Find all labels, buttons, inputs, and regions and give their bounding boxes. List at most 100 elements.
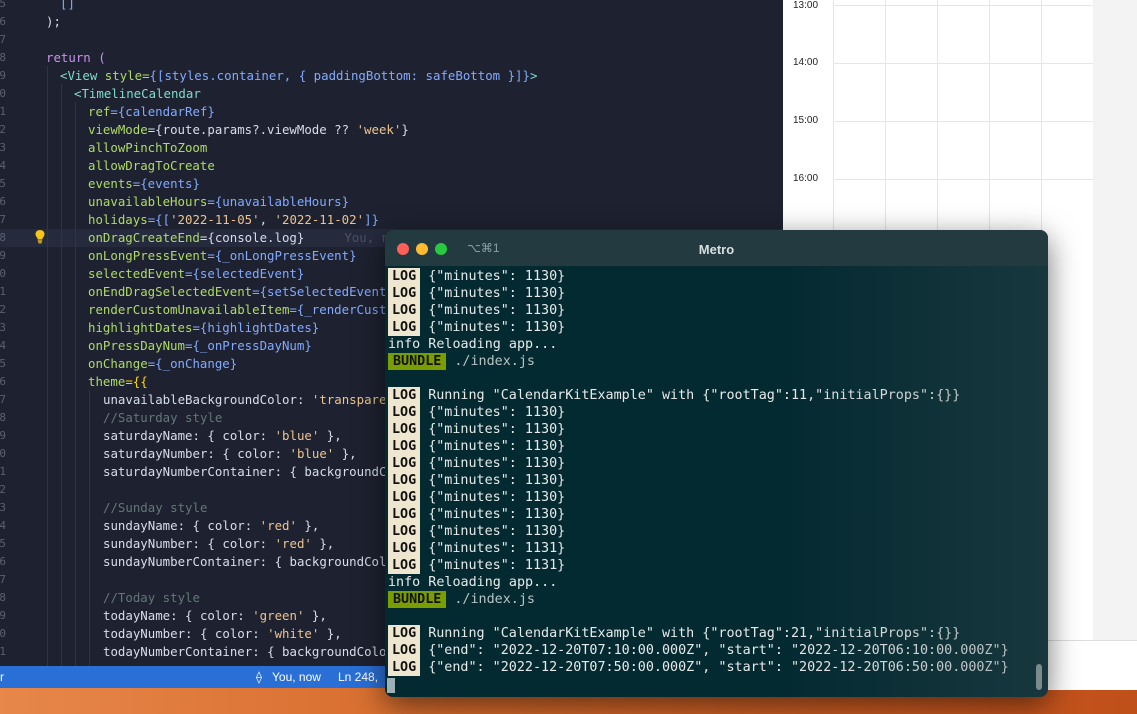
terminal-line: LOG {"minutes": 1130} [388,438,565,455]
terminal-titlebar[interactable]: ⌥⌘1 Metro [385,230,1048,266]
code-line[interactable]: unavailableHours={unavailableHours} [88,193,349,211]
code-line[interactable]: onChange={_onChange} [88,355,237,373]
code-line[interactable]: todayNumberContainer: { backgroundColo [103,643,386,661]
line-number: 3 [0,501,6,514]
code-line[interactable]: <TimelineCalendar [74,85,201,103]
line-number: 7 [0,393,6,406]
line-number: 5 [0,177,6,190]
terminal-line-text: {"minutes": 1130} [428,320,566,335]
terminal-line-text: {"minutes": 1130} [428,456,566,471]
log-badge: LOG [388,421,421,438]
terminal-line: LOG {"end": "2022-12-20T07:50:00.000Z", "… [388,659,1009,676]
hour-gridline [833,63,1093,64]
line-number: 1 [0,285,6,298]
code-line[interactable]: todayName: { color: 'green' }, [103,607,327,625]
terminal-line: LOG {"minutes": 1130} [388,302,565,319]
code-line[interactable]: onLongPressEvent={_onLongPressEvent} [88,247,357,265]
log-badge: LOG [388,285,421,302]
line-number: 0 [0,87,6,100]
bundle-badge: BUNDLE [388,353,447,370]
code-line[interactable]: sundayName: { color: 'red' }, [103,517,319,535]
line-number: 2 [0,123,6,136]
line-number: 9 [0,609,6,622]
line-number: 6 [0,195,6,208]
hour-label: 13:00 [793,0,819,11]
terminal-line: LOG {"minutes": 1130} [388,506,565,523]
code-line-current[interactable]: onDragCreateEnd={console.log} You, n [88,229,389,247]
log-badge: LOG [388,302,421,319]
terminal-line-text: ./index.js [454,354,535,369]
terminal-line-text: {"minutes": 1130} [428,422,566,437]
code-line[interactable]: sundayNumberContainer: { backgroundColo [103,553,394,571]
log-badge: LOG [388,506,421,523]
line-number: 1 [0,105,6,118]
status-git-blame[interactable]: You, now [272,670,321,684]
terminal-line-text: {"minutes": 1131} [428,558,566,573]
unavailable-column [1093,0,1137,690]
status-left-item[interactable]: r [0,670,4,684]
code-line[interactable]: holidays={['2022-11-05', '2022-11-02']} [88,211,379,229]
code-line[interactable]: onEndDragSelectedEvent={setSelectedEvent… [88,283,394,301]
code-line[interactable]: [] [60,0,75,13]
code-line[interactable]: ); [46,13,61,31]
code-line[interactable]: return ( [46,49,106,67]
indent-guide [75,102,76,666]
line-number: 8 [0,231,6,244]
terminal-line-text: {"minutes": 1130} [428,524,566,539]
code-line[interactable]: ref={calendarRef} [88,103,215,121]
line-number: 0 [0,267,6,280]
code-line[interactable]: allowDragToCreate [88,157,215,175]
hour-gridline [833,121,1093,122]
terminal-line: LOG Running "CalendarKitExample" with {"r… [388,625,960,642]
terminal-window[interactable]: ⌥⌘1 Metro LOG {"minutes": 1130} LOG {"minut… [385,230,1048,697]
terminal-line-text: info Reloading app... [388,575,558,590]
log-badge: LOG [388,404,421,421]
hour-gridline [833,5,1093,6]
code-line[interactable]: events={events} [88,175,200,193]
line-number: 0 [0,447,6,460]
line-number: 8 [0,591,6,604]
indent-guide [47,66,48,666]
log-badge: LOG [388,455,421,472]
code-line[interactable]: todayNumber: { color: 'white' }, [103,625,342,643]
line-number: 8 [0,51,6,64]
code-line[interactable]: viewMode={route.params?.viewMode ?? 'wee… [88,121,409,139]
log-badge: LOG [388,625,421,642]
terminal-line: LOG {"minutes": 1130} [388,472,565,489]
terminal-line-text: Running "CalendarKitExample" with {"root… [428,626,961,641]
code-line[interactable]: sundayNumber: { color: 'red' }, [103,535,334,553]
code-line[interactable]: renderCustomUnavailableItem={_renderCust… [88,301,394,319]
status-cursor-position[interactable]: Ln 248, [338,670,378,684]
code-line[interactable]: allowPinchToZoom [88,139,207,157]
code-line[interactable]: //Today style [103,589,200,607]
code-line[interactable]: selectedEvent={selectedEvent} [88,265,304,283]
log-badge: LOG [388,659,421,676]
hour-label: 15:00 [793,115,819,126]
terminal-line: LOG {"end": "2022-12-20T07:10:00.000Z", "… [388,642,1009,659]
terminal-scrollbar[interactable] [1036,664,1042,690]
line-number: 7 [0,573,6,586]
line-number: 1 [0,645,6,658]
git-blame-inline: You, n [344,230,390,245]
code-line[interactable]: onPressDayNum={_onPressDayNum} [88,337,312,355]
code-line[interactable]: saturdayName: { color: 'blue' }, [103,427,342,445]
log-badge: LOG [388,387,421,404]
log-badge: LOG [388,642,421,659]
code-line[interactable]: <View style={[styles.container, { paddin… [60,67,537,85]
terminal-output[interactable]: LOG {"minutes": 1130} LOG {"minutes": 1130}… [388,268,1043,693]
lightbulb-icon[interactable] [34,229,46,244]
code-line[interactable]: saturdayNumberContainer: { backgroundCo [103,463,394,481]
code-line[interactable]: unavailableBackgroundColor: 'transparen [103,391,394,409]
code-line[interactable]: theme={{ [88,373,148,391]
line-number: 3 [0,141,6,154]
terminal-line-text: {"minutes": 1130} [428,439,566,454]
code-line[interactable]: highlightDates={highlightDates} [88,319,319,337]
terminal-line-text: {"minutes": 1130} [428,269,566,284]
code-line[interactable]: saturdayNumber: { color: 'blue' }, [103,445,357,463]
log-badge: LOG [388,472,421,489]
code-line[interactable]: //Sunday style [103,499,207,517]
code-line[interactable]: //Saturday style [103,409,222,427]
terminal-line-text: {"minutes": 1130} [428,303,566,318]
log-badge: LOG [388,523,421,540]
terminal-line-text: {"end": "2022-12-20T07:10:00.000Z", "sta… [428,643,1009,658]
